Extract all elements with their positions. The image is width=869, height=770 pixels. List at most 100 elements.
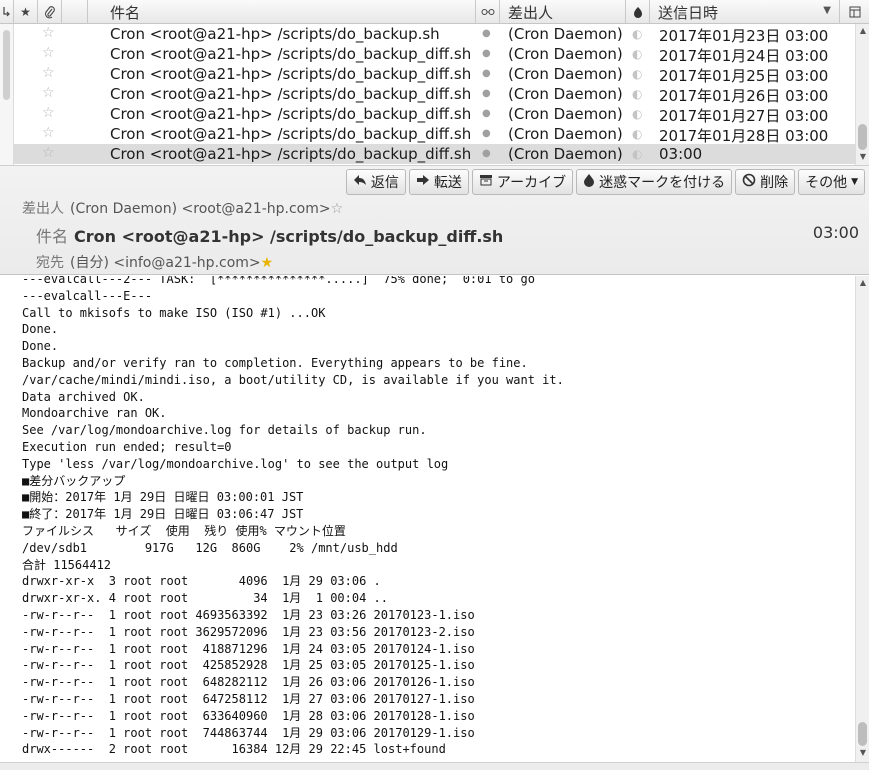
mark-junk-button[interactable]: 迷惑マークを付ける (576, 169, 733, 195)
other-actions-button[interactable]: その他 ▼ (798, 169, 865, 195)
junk-status-icon[interactable]: ◐ (632, 25, 642, 43)
read-status-dot-icon[interactable]: ● (482, 45, 491, 63)
junk-status-icon[interactable]: ◐ (632, 65, 642, 83)
junk-flame-icon (583, 173, 595, 191)
message-subject: Cron <root@a21-hp> /scripts/do_backup.sh (110, 25, 440, 43)
junk-status-icon[interactable]: ◐ (632, 85, 642, 103)
subject-column-label: 件名 (110, 3, 141, 22)
subject-value: Cron <root@a21-hp> /scripts/do_backup_di… (74, 227, 504, 246)
delete-label: 削除 (760, 175, 789, 191)
junk-status-icon[interactable]: ◐ (632, 125, 642, 143)
thread-column-icon[interactable] (0, 0, 14, 24)
body-line: ---evalcall---E--- (22, 288, 153, 303)
body-line: -rw-r--r-- 1 root root 418871296 1月 24 0… (22, 641, 475, 656)
scroll-down-arrow-icon[interactable]: ▼ (857, 748, 869, 760)
body-line: -rw-r--r-- 1 root root 633640960 1月 28 0… (22, 708, 475, 723)
to-label: 宛先 (36, 255, 64, 271)
sender-column-header[interactable]: 差出人 (500, 0, 626, 24)
body-line: /dev/sdb1 917G 12G 860G 2% /mnt/usb_hdd (22, 540, 398, 555)
message-date: 2017年01月28日 03:00 (659, 127, 829, 145)
star-icon[interactable]: ☆ (42, 25, 55, 41)
message-row[interactable]: ☆ Cron <root@a21-hp> /scripts/do_backup_d… (14, 104, 855, 125)
message-body: ---evalcall---2--- TASK: [**************… (14, 276, 855, 762)
read-status-column-icon[interactable] (476, 0, 500, 24)
star-icon[interactable]: ☆ (42, 145, 55, 161)
star-icon[interactable]: ☆ (42, 85, 55, 101)
contact-star-icon[interactable]: ★ (261, 255, 274, 271)
body-line: -rw-r--r-- 1 root root 425852928 1月 25 0… (22, 658, 475, 673)
message-row[interactable]: ☆ Cron <root@a21-hp> /scripts/do_backup_d… (14, 144, 855, 164)
read-status-dot-icon[interactable]: ● (482, 25, 491, 43)
message-row[interactable]: ☆ Cron <root@a21-hp> /scripts/do_backup.s… (14, 24, 855, 45)
body-scrollbar-thumb[interactable] (858, 722, 867, 746)
junk-status-icon[interactable]: ◐ (632, 105, 642, 123)
list-scrollbar[interactable]: ▲ ▼ (855, 24, 869, 165)
forward-button[interactable]: 転送 (408, 169, 469, 195)
message-row[interactable]: ☆ Cron <root@a21-hp> /scripts/do_backup_d… (14, 44, 855, 65)
forward-icon (416, 174, 430, 190)
junk-column-icon[interactable] (626, 0, 650, 24)
body-line: See /var/log/mondoarchive.log for detail… (22, 423, 427, 438)
message-subject: Cron <root@a21-hp> /scripts/do_backup_di… (110, 125, 472, 143)
junk-status-icon[interactable]: ◐ (632, 45, 642, 63)
body-line: /var/cache/mindi/mindi.iso, a boot/utili… (22, 372, 564, 387)
delete-icon (742, 173, 756, 191)
read-status-dot-icon[interactable]: ● (482, 145, 491, 163)
reply-button[interactable]: 返信 (345, 169, 406, 195)
read-status-dot-icon[interactable]: ● (482, 105, 491, 123)
from-value[interactable]: (Cron Daemon) <root@a21-hp.com> (70, 201, 331, 217)
message-list: ★ 件名 差出人 送信日時 ▼ ☆ Cron <root@a21-hp> /scr… (0, 0, 869, 166)
attachment-column-icon[interactable] (38, 0, 62, 24)
body-line: Done. (22, 322, 59, 337)
archive-button[interactable]: アーカイブ (471, 169, 574, 195)
body-line: -rw-r--r-- 1 root root 648282112 1月 26 0… (22, 675, 475, 690)
message-date: 2017年01月24日 03:00 (659, 47, 829, 65)
message-sender: (Cron Daemon) (508, 25, 623, 43)
column-picker-icon[interactable] (840, 0, 869, 24)
body-line: Call to mkisofs to make ISO (ISO #1) ...… (22, 305, 326, 320)
column-spacer (62, 0, 88, 24)
message-date: 03:00 (659, 145, 703, 163)
to-value[interactable]: (自分) <info@a21-hp.com> (70, 255, 261, 271)
from-header: 差出人 (Cron Daemon) <root@a21-hp.com>☆ (22, 198, 343, 218)
star-icon[interactable]: ☆ (42, 125, 55, 141)
star-icon[interactable]: ☆ (42, 45, 55, 61)
forward-label: 転送 (433, 175, 462, 191)
subject-column-header[interactable]: 件名 (88, 0, 476, 24)
delete-button[interactable]: 削除 (735, 169, 796, 195)
scroll-down-arrow-icon[interactable]: ▼ (857, 152, 869, 164)
star-column-icon[interactable]: ★ (14, 0, 38, 24)
list-scrollbar-thumb[interactable] (858, 124, 867, 150)
body-line: ■終了：2017年 1月 29日 日曜日 03:06:47 JST (22, 507, 304, 522)
mark-junk-label: 迷惑マークを付ける (599, 175, 726, 191)
read-status-dot-icon[interactable]: ● (482, 85, 491, 103)
read-status-dot-icon[interactable]: ● (482, 65, 491, 83)
reply-label: 返信 (370, 175, 399, 191)
scroll-up-arrow-icon[interactable]: ▲ (857, 278, 869, 290)
message-row[interactable]: ☆ Cron <root@a21-hp> /scripts/do_backup_d… (14, 84, 855, 105)
message-row[interactable]: ☆ Cron <root@a21-hp> /scripts/do_backup_d… (14, 124, 855, 145)
sender-column-label: 差出人 (508, 3, 554, 22)
scroll-up-arrow-icon[interactable]: ▲ (857, 26, 869, 38)
message-subject: Cron <root@a21-hp> /scripts/do_backup_di… (110, 85, 472, 103)
body-line: Mondoarchive ran OK. (22, 406, 167, 421)
body-line: -rw-r--r-- 1 root root 4693563392 1月 23 … (22, 607, 475, 622)
add-contact-star-icon[interactable]: ☆ (331, 201, 344, 217)
junk-status-icon[interactable]: ◐ (632, 145, 642, 163)
read-status-dot-icon[interactable]: ● (482, 125, 491, 143)
star-icon[interactable]: ☆ (42, 105, 55, 121)
body-line: ファイルシス サイズ 使用 残り 使用% マウント位置 (22, 523, 346, 538)
status-bar (0, 762, 869, 770)
subject-label: 件名 (36, 227, 69, 246)
date-column-header[interactable]: 送信日時 ▼ (650, 0, 840, 24)
body-line: -rw-r--r-- 1 root root 647258112 1月 27 0… (22, 691, 475, 706)
body-line: ■開始：2017年 1月 29日 日曜日 03:00:01 JST (22, 490, 304, 505)
body-line: -rw-r--r-- 1 root root 744863744 1月 29 0… (22, 725, 475, 740)
body-scrollbar[interactable]: ▲ ▼ (855, 276, 869, 762)
message-subject: Cron <root@a21-hp> /scripts/do_backup_di… (110, 65, 472, 83)
archive-label: アーカイブ (496, 175, 567, 191)
message-row[interactable]: ☆ Cron <root@a21-hp> /scripts/do_backup_d… (14, 64, 855, 85)
body-line: drwxr-xr-x. 4 root root 34 1月 1 00:04 .. (22, 591, 389, 606)
message-date: 2017年01月26日 03:00 (659, 87, 829, 105)
star-icon[interactable]: ☆ (42, 65, 55, 81)
